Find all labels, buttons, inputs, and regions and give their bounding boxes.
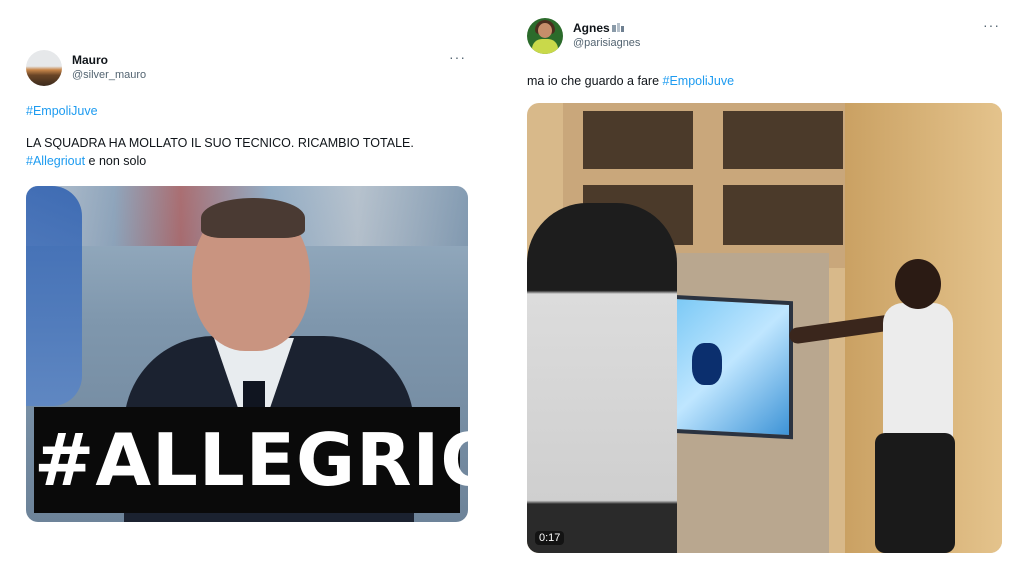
verified-badge-icon xyxy=(611,23,624,32)
coach-hair xyxy=(201,198,305,238)
avatar[interactable] xyxy=(26,50,62,86)
person-right-head xyxy=(895,259,941,309)
hashtag-link[interactable]: #EmpoliJuve xyxy=(663,74,735,88)
tweet-hashtag-line: #EmpoliJuve xyxy=(26,102,468,120)
person-left xyxy=(527,203,677,553)
person-right-legs xyxy=(875,433,955,553)
video-timestamp: 0:17 xyxy=(535,531,565,545)
tweet-agnes[interactable]: Agnes @parisiagnes ··· ma io che guardo … xyxy=(527,16,1002,553)
hashtag-link[interactable]: #EmpoliJuve xyxy=(26,104,98,118)
tweet-text-line: LA SQUADRA HA MOLLATO IL SUO TECNICO. RI… xyxy=(26,136,414,150)
tweet-mauro[interactable]: Mauro @silver_mauro ··· #EmpoliJuve LA S… xyxy=(26,48,468,522)
tv-player xyxy=(692,343,722,385)
author-names: Mauro @silver_mauro xyxy=(72,53,146,83)
tweet-video[interactable]: 0:17 xyxy=(527,103,1002,553)
hashtag-link[interactable]: #Allegriout xyxy=(26,154,85,168)
tweet-header: Mauro @silver_mauro ··· xyxy=(26,48,468,88)
tweet-body: LA SQUADRA HA MOLLATO IL SUO TECNICO. RI… xyxy=(26,134,468,170)
tweet-text-line: #Allegriout e non solo xyxy=(26,152,468,170)
tweet-body: ma io che guardo a fare #EmpoliJuve xyxy=(527,72,1002,90)
display-name[interactable]: Agnes xyxy=(573,21,640,36)
tweet-header: Agnes @parisiagnes ··· xyxy=(527,16,1002,56)
tweet-text: ma io che guardo a fare xyxy=(527,74,663,88)
tweet-image[interactable]: #ALLEGRIOUT xyxy=(26,186,468,522)
author-names: Agnes @parisiagnes xyxy=(573,21,640,51)
avatar[interactable] xyxy=(527,18,563,54)
handle[interactable]: @silver_mauro xyxy=(72,68,146,83)
page: Mauro @silver_mauro ··· #EmpoliJuve LA S… xyxy=(0,0,1024,576)
tweet-text-rest: e non solo xyxy=(85,154,147,168)
more-horizontal-icon[interactable]: ··· xyxy=(449,50,466,64)
allegriout-banner: #ALLEGRIOUT xyxy=(34,407,468,513)
person-right-body xyxy=(883,303,953,443)
display-name[interactable]: Mauro xyxy=(72,53,146,68)
handle[interactable]: @parisiagnes xyxy=(573,36,640,51)
more-horizontal-icon[interactable]: ··· xyxy=(983,18,1000,32)
blurred-person xyxy=(26,186,82,406)
